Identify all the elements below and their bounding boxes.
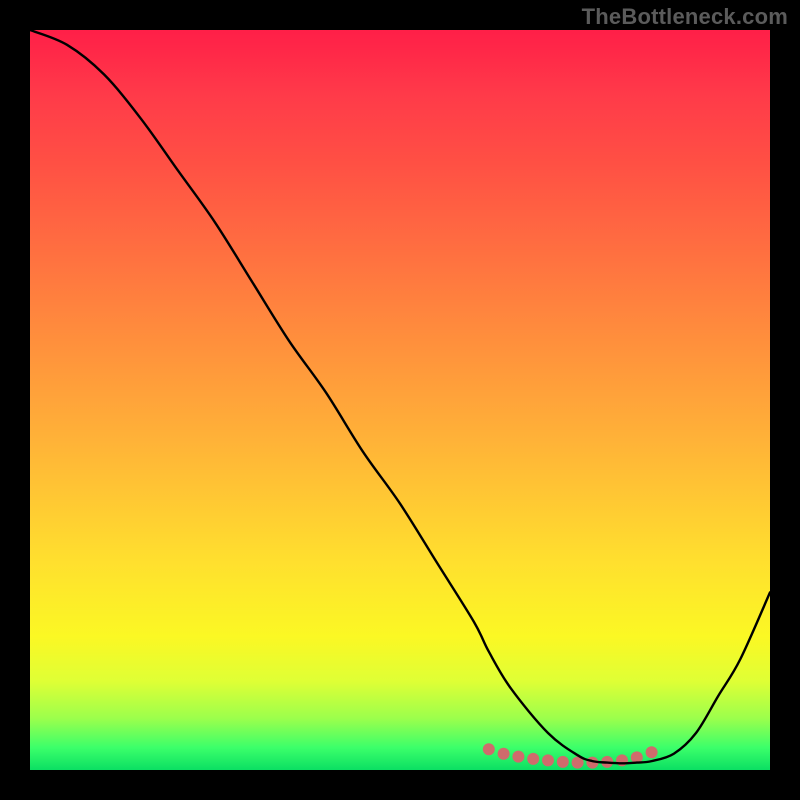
valley-marker [498, 748, 510, 760]
valley-marker [527, 753, 539, 765]
plot-area [30, 30, 770, 770]
valley-marker [512, 751, 524, 763]
watermark-text: TheBottleneck.com [582, 4, 788, 30]
valley-marker [483, 743, 495, 755]
chart-frame: TheBottleneck.com [0, 0, 800, 800]
valley-marker [616, 754, 628, 766]
valley-marker-group [483, 743, 658, 768]
bottleneck-curve-line [30, 30, 770, 763]
valley-marker [542, 754, 554, 766]
valley-marker [557, 756, 569, 768]
valley-marker [646, 746, 658, 758]
chart-canvas [30, 30, 770, 770]
